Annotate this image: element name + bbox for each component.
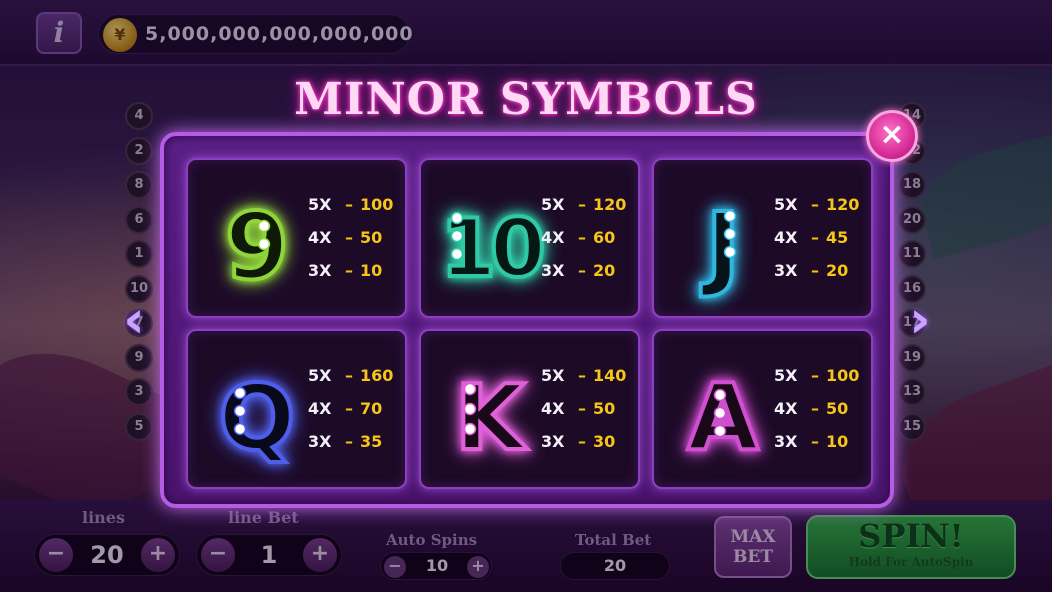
payout-dash: –: [345, 432, 353, 451]
payout-dash: –: [578, 399, 586, 418]
payout-value: 50: [593, 399, 616, 418]
payout-row: 3X –10: [308, 261, 393, 294]
svg-text:J: J: [700, 193, 740, 300]
svg-text:K: K: [455, 366, 528, 471]
payout-multiplier: 5X: [308, 195, 332, 214]
payout-dash: –: [811, 228, 819, 247]
payout-value: 160: [360, 366, 394, 385]
payout-multiplier: 5X: [541, 195, 565, 214]
payout-multiplier: 3X: [308, 432, 332, 451]
payout-value: 50: [360, 228, 383, 247]
payout-dash: –: [811, 366, 819, 385]
symbol-k-icon: K: [435, 357, 545, 473]
payout-list: 5X –160 4X –70 3X –35: [308, 366, 393, 465]
payout-row: 3X –10: [774, 432, 859, 465]
payout-row: 4X –70: [308, 399, 393, 432]
payout-row: 3X –30: [541, 432, 626, 465]
svg-text:Q: Q: [219, 366, 296, 471]
payout-row: 5X –100: [774, 366, 859, 399]
symbol-j-icon: J: [668, 186, 778, 302]
payout-row: 5X –160: [308, 366, 393, 399]
payout-value: 30: [593, 432, 616, 451]
payout-dash: –: [345, 195, 353, 214]
symbol-10-icon: 10: [435, 186, 550, 297]
payout-value: 140: [593, 366, 627, 385]
prev-page-arrow[interactable]: ‹: [116, 290, 152, 350]
payout-list: 5X –100 4X –50 3X –10: [308, 195, 393, 294]
payout-multiplier: 3X: [308, 261, 332, 280]
payout-multiplier: 4X: [541, 228, 565, 247]
payout-value: 20: [826, 261, 849, 280]
payout-multiplier: 5X: [541, 366, 565, 385]
payout-value: 35: [360, 432, 383, 451]
payout-dash: –: [578, 195, 586, 214]
payout-row: 4X –45: [774, 228, 859, 261]
payout-row: 4X –60: [541, 228, 626, 261]
payout-dash: –: [811, 261, 819, 280]
payout-row: 5X –120: [541, 195, 626, 228]
payout-row: 5X –120: [774, 195, 859, 228]
payout-value: 20: [593, 261, 616, 280]
payout-multiplier: 5X: [308, 366, 332, 385]
payout-multiplier: 4X: [774, 228, 798, 247]
payout-dash: –: [345, 228, 353, 247]
payout-multiplier: 4X: [308, 399, 332, 418]
payout-dash: –: [578, 366, 586, 385]
payout-value: 45: [826, 228, 849, 247]
payout-row: 5X –100: [308, 195, 393, 228]
payout-multiplier: 5X: [774, 366, 798, 385]
symbol-card-j: J 5X –120 4X –45 3X –20: [652, 158, 873, 318]
next-page-arrow[interactable]: ›: [902, 290, 938, 350]
payout-multiplier: 3X: [541, 432, 565, 451]
payout-dash: –: [345, 366, 353, 385]
symbol-q-icon: Q: [202, 357, 312, 473]
payout-multiplier: 3X: [774, 432, 798, 451]
payout-dash: –: [811, 195, 819, 214]
payout-value: 10: [360, 261, 383, 280]
payout-value: 120: [593, 195, 627, 214]
svg-text:9: 9: [225, 193, 289, 300]
payout-multiplier: 3X: [541, 261, 565, 280]
payout-list: 5X –120 4X –60 3X –20: [541, 195, 626, 294]
payout-row: 3X –20: [541, 261, 626, 294]
payout-list: 5X –100 4X –50 3X –10: [774, 366, 859, 465]
payout-value: 60: [593, 228, 616, 247]
payout-dash: –: [578, 261, 586, 280]
payout-multiplier: 3X: [774, 261, 798, 280]
payout-multiplier: 4X: [774, 399, 798, 418]
close-button[interactable]: ×: [866, 110, 918, 162]
payout-list: 5X –140 4X –50 3X –30: [541, 366, 626, 465]
symbol-card-q: Q 5X –160 4X –70 3X –35: [186, 329, 407, 489]
payout-dash: –: [811, 432, 819, 451]
symbol-card-a: A5X–1004X–503X–10: [652, 329, 873, 489]
payout-list: 5X –120 4X –45 3X –20: [774, 195, 859, 294]
payout-row: 4X –50: [308, 228, 393, 261]
payout-row: 4X –50: [541, 399, 626, 432]
payout-value: 100: [826, 366, 860, 385]
payout-row: 5X –140: [541, 366, 626, 399]
payout-multiplier: 5X: [774, 195, 798, 214]
payout-value: 120: [826, 195, 860, 214]
symbol-card-k: K 5X –140 4X –50 3X –30: [419, 329, 640, 489]
payout-dash: –: [345, 261, 353, 280]
payout-row: 3X –35: [308, 432, 393, 465]
payout-dash: –: [811, 399, 819, 418]
payout-multiplier: 4X: [541, 399, 565, 418]
payout-value: 70: [360, 399, 383, 418]
payout-dash: –: [578, 228, 586, 247]
payout-value: 10: [826, 432, 849, 451]
payout-dash: –: [345, 399, 353, 418]
payout-row: 4X –50: [774, 399, 859, 432]
paytable-popup: 9 5X –100 4X –50 3X –10 10 5X –120 4X –60 3X –20 J 5X –1…: [160, 132, 894, 508]
payout-value: 100: [360, 195, 394, 214]
symbol-9-icon: 9: [202, 186, 312, 302]
payout-value: 50: [826, 399, 849, 418]
payout-multiplier: 4X: [308, 228, 332, 247]
payout-row: 3X –20: [774, 261, 859, 294]
payout-dash: –: [578, 432, 586, 451]
symbol-a-icon: A: [668, 357, 778, 473]
symbol-card-10: 10 5X –120 4X –60 3X –20: [419, 158, 640, 318]
symbol-card-9: 9 5X –100 4X –50 3X –10: [186, 158, 407, 318]
